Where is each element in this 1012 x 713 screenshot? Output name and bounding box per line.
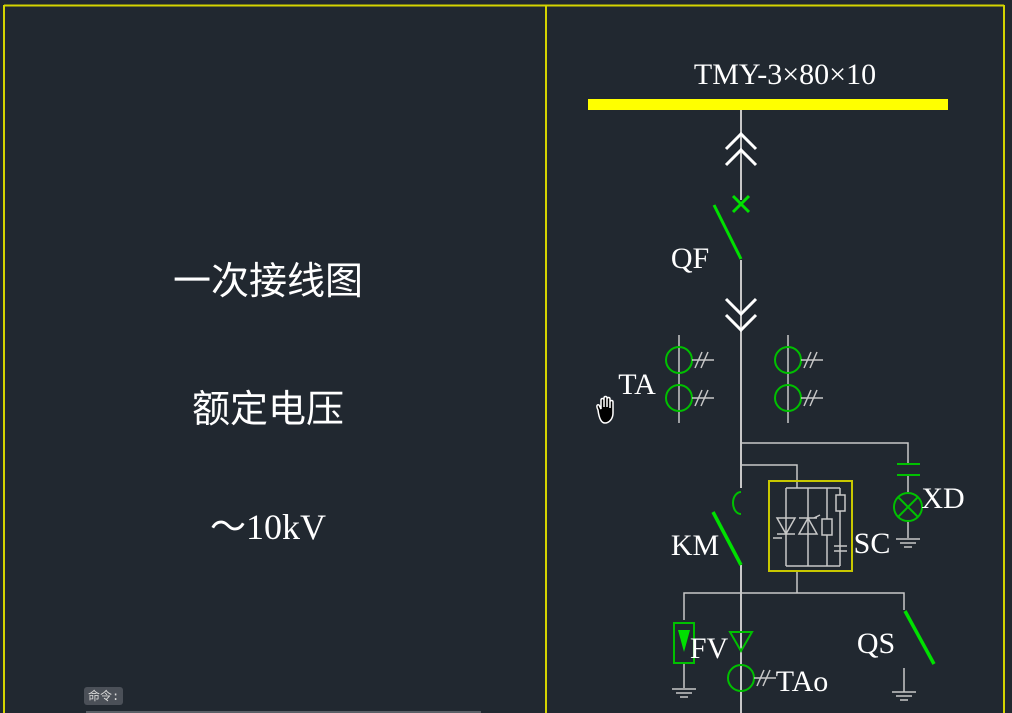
- contactor-label: KM: [671, 529, 719, 562]
- diagram-title: 一次接线图: [173, 259, 363, 303]
- command-line-prompt[interactable]: 命令:: [84, 687, 124, 705]
- breaker-qf-label: QF: [671, 242, 709, 275]
- earth-ground-icon: [896, 538, 920, 548]
- controller-label: SC: [854, 527, 891, 560]
- earth-ground-icon: [672, 688, 696, 698]
- zero-sequence-ct-label: TAo: [776, 665, 829, 698]
- zero-sequence-ct-tao-symbol[interactable]: [727, 664, 776, 692]
- earth-ground-icon: [892, 691, 916, 701]
- earthing-switch-qs-symbol[interactable]: [903, 610, 936, 665]
- pan-hand-cursor-icon: [596, 395, 614, 424]
- current-transformer-ta-right[interactable]: [774, 335, 823, 423]
- busbar-label: TMY-3×80×10: [694, 58, 876, 91]
- current-transformer-label: TA: [618, 368, 656, 401]
- earthing-switch-label: QS: [857, 627, 895, 660]
- indicator-lamp-label: XD: [921, 482, 964, 515]
- busbar[interactable]: [588, 99, 948, 110]
- drawing-frame: [3, 4, 1005, 713]
- drawing-canvas[interactable]: 一次接线图 额定电压 ～10kV TMY-3×80×10 QF TA XD KM…: [0, 0, 1012, 713]
- rated-voltage-label: 额定电压: [192, 387, 344, 431]
- controller-sc-symbol[interactable]: [768, 480, 853, 572]
- rated-voltage-value: ～10kV: [210, 507, 326, 547]
- current-transformer-ta-left[interactable]: [665, 335, 714, 423]
- surge-arrester-label: FV: [690, 632, 729, 665]
- breaker-qf-symbol[interactable]: [712, 194, 751, 260]
- indicator-lamp-xd-symbol[interactable]: [893, 463, 923, 522]
